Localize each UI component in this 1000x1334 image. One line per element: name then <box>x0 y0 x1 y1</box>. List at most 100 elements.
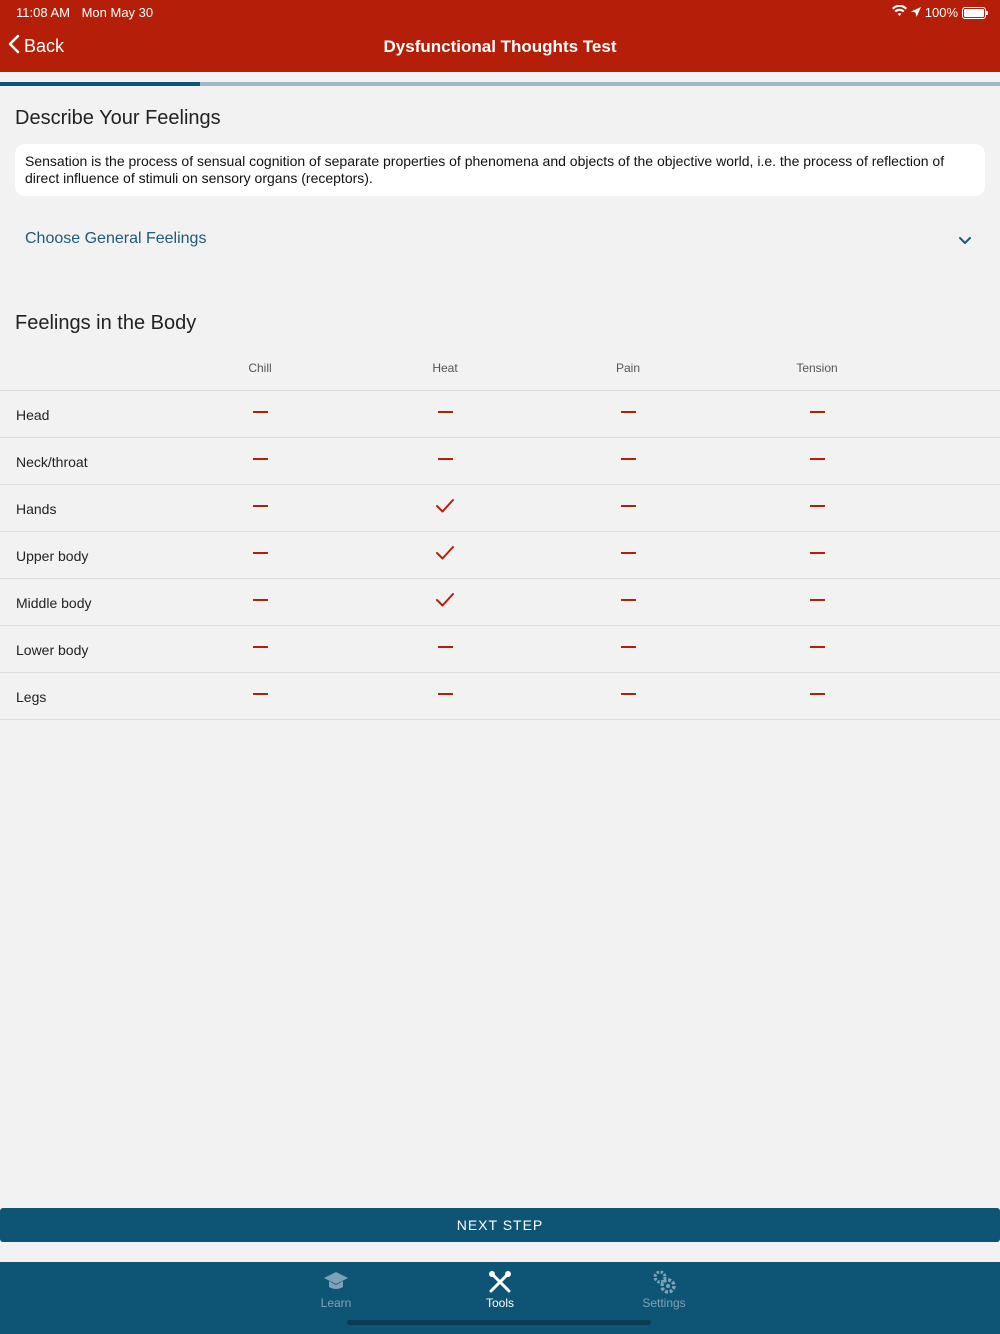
next-step-button[interactable]: NEXT STEP <box>0 1208 1000 1242</box>
dash-toggle[interactable] <box>431 448 459 474</box>
dash-toggle[interactable] <box>803 683 831 709</box>
body-feelings-table: Chill Heat Pain Tension Head Neck/throat Hand… <box>0 345 1000 720</box>
status-date: Mon May 30 <box>81 5 154 20</box>
dash-toggle[interactable] <box>803 542 831 568</box>
dash-icon <box>252 646 268 648</box>
body-feelings-title: Feelings in the Body <box>15 312 197 334</box>
dash-icon <box>809 693 825 695</box>
dash-toggle[interactable] <box>246 495 274 521</box>
status-left: 11:08 AM Mon May 30 <box>16 5 161 20</box>
row-label: Head <box>16 407 50 423</box>
gears-icon <box>619 1270 709 1294</box>
dash-toggle[interactable] <box>803 636 831 662</box>
checkmark-icon <box>436 546 454 560</box>
dash-icon <box>809 552 825 554</box>
dash-icon <box>252 693 268 695</box>
checkmark-toggle[interactable] <box>431 540 459 566</box>
table-row: Upper body <box>0 532 1000 579</box>
describe-feelings-title: Describe Your Feelings <box>15 107 221 129</box>
dash-toggle[interactable] <box>431 683 459 709</box>
dash-icon <box>252 458 268 460</box>
row-label: Upper body <box>16 548 89 564</box>
tab-tools[interactable]: Tools <box>455 1270 545 1310</box>
dropdown-label: Choose General Feelings <box>25 230 207 247</box>
row-label: Hands <box>16 501 57 517</box>
dash-toggle[interactable] <box>246 448 274 474</box>
dash-icon <box>437 646 453 648</box>
chevron-down-icon <box>959 232 971 250</box>
dash-toggle[interactable] <box>614 448 642 474</box>
dash-icon <box>809 646 825 648</box>
dash-icon <box>620 693 636 695</box>
dash-toggle[interactable] <box>431 401 459 427</box>
page-title: Dysfunctional Thoughts Test <box>383 37 617 56</box>
dash-toggle[interactable] <box>246 683 274 709</box>
status-time: 11:08 AM <box>16 5 70 20</box>
step-progress-bar <box>0 82 1000 86</box>
tab-learn[interactable]: Learn <box>291 1270 381 1310</box>
status-right: 100% <box>891 4 988 20</box>
row-label: Middle body <box>16 595 92 611</box>
battery-percent: 100% <box>924 5 958 20</box>
dash-icon <box>809 599 825 601</box>
wifi-icon <box>891 4 907 20</box>
dash-icon <box>252 505 268 507</box>
dash-toggle[interactable] <box>614 401 642 427</box>
description-box: Sensation is the process of sensual cogn… <box>15 144 985 196</box>
dash-icon <box>809 505 825 507</box>
table-body: Head Neck/throat Hands Upper body Middle bod… <box>0 391 1000 720</box>
dash-icon <box>620 411 636 413</box>
dash-icon <box>437 458 453 460</box>
dash-toggle[interactable] <box>614 683 642 709</box>
table-row: Lower body <box>0 626 1000 673</box>
checkmark-toggle[interactable] <box>431 587 459 613</box>
location-icon <box>910 5 921 20</box>
dash-toggle[interactable] <box>614 636 642 662</box>
table-row: Legs <box>0 673 1000 720</box>
column-header: Tension <box>796 361 838 375</box>
home-indicator <box>347 1320 651 1325</box>
navigation-bar: Back Dysfunctional Thoughts Test <box>0 24 1000 72</box>
row-label: Neck/throat <box>16 454 88 470</box>
checkmark-toggle[interactable] <box>431 493 459 519</box>
row-label: Legs <box>16 689 47 705</box>
dash-toggle[interactable] <box>803 448 831 474</box>
dash-toggle[interactable] <box>246 636 274 662</box>
step-progress-fill <box>0 82 200 86</box>
dash-icon <box>809 411 825 413</box>
table-row: Middle body <box>0 579 1000 626</box>
dash-toggle[interactable] <box>803 401 831 427</box>
dash-toggle[interactable] <box>803 589 831 615</box>
dash-icon <box>252 411 268 413</box>
tab-tools-label: Tools <box>485 1296 514 1310</box>
dash-icon <box>437 693 453 695</box>
dash-icon <box>620 505 636 507</box>
checkmark-icon <box>436 593 454 607</box>
table-row: Hands <box>0 485 1000 532</box>
column-header: Chill <box>248 361 272 375</box>
row-label: Lower body <box>16 642 89 658</box>
column-header: Pain <box>615 361 641 375</box>
column-header: Heat <box>432 361 458 375</box>
tools-icon <box>455 1270 545 1294</box>
dash-toggle[interactable] <box>246 589 274 615</box>
dash-toggle[interactable] <box>246 401 274 427</box>
dash-icon <box>252 552 268 554</box>
general-feelings-dropdown[interactable]: Choose General Feelings <box>0 222 1000 256</box>
dash-icon <box>809 458 825 460</box>
table-header: Chill Heat Pain Tension <box>0 345 1000 391</box>
dash-toggle[interactable] <box>614 495 642 521</box>
dash-icon <box>437 411 453 413</box>
table-row: Neck/throat <box>0 438 1000 485</box>
tab-settings[interactable]: Settings <box>619 1270 709 1310</box>
dash-toggle[interactable] <box>614 542 642 568</box>
dash-toggle[interactable] <box>614 589 642 615</box>
dash-toggle[interactable] <box>246 542 274 568</box>
dash-toggle[interactable] <box>803 495 831 521</box>
tab-learn-label: Learn <box>320 1296 352 1310</box>
dash-icon <box>620 552 636 554</box>
table-row: Head <box>0 391 1000 438</box>
dash-icon <box>252 599 268 601</box>
battery-icon <box>962 6 988 19</box>
dash-toggle[interactable] <box>431 636 459 662</box>
